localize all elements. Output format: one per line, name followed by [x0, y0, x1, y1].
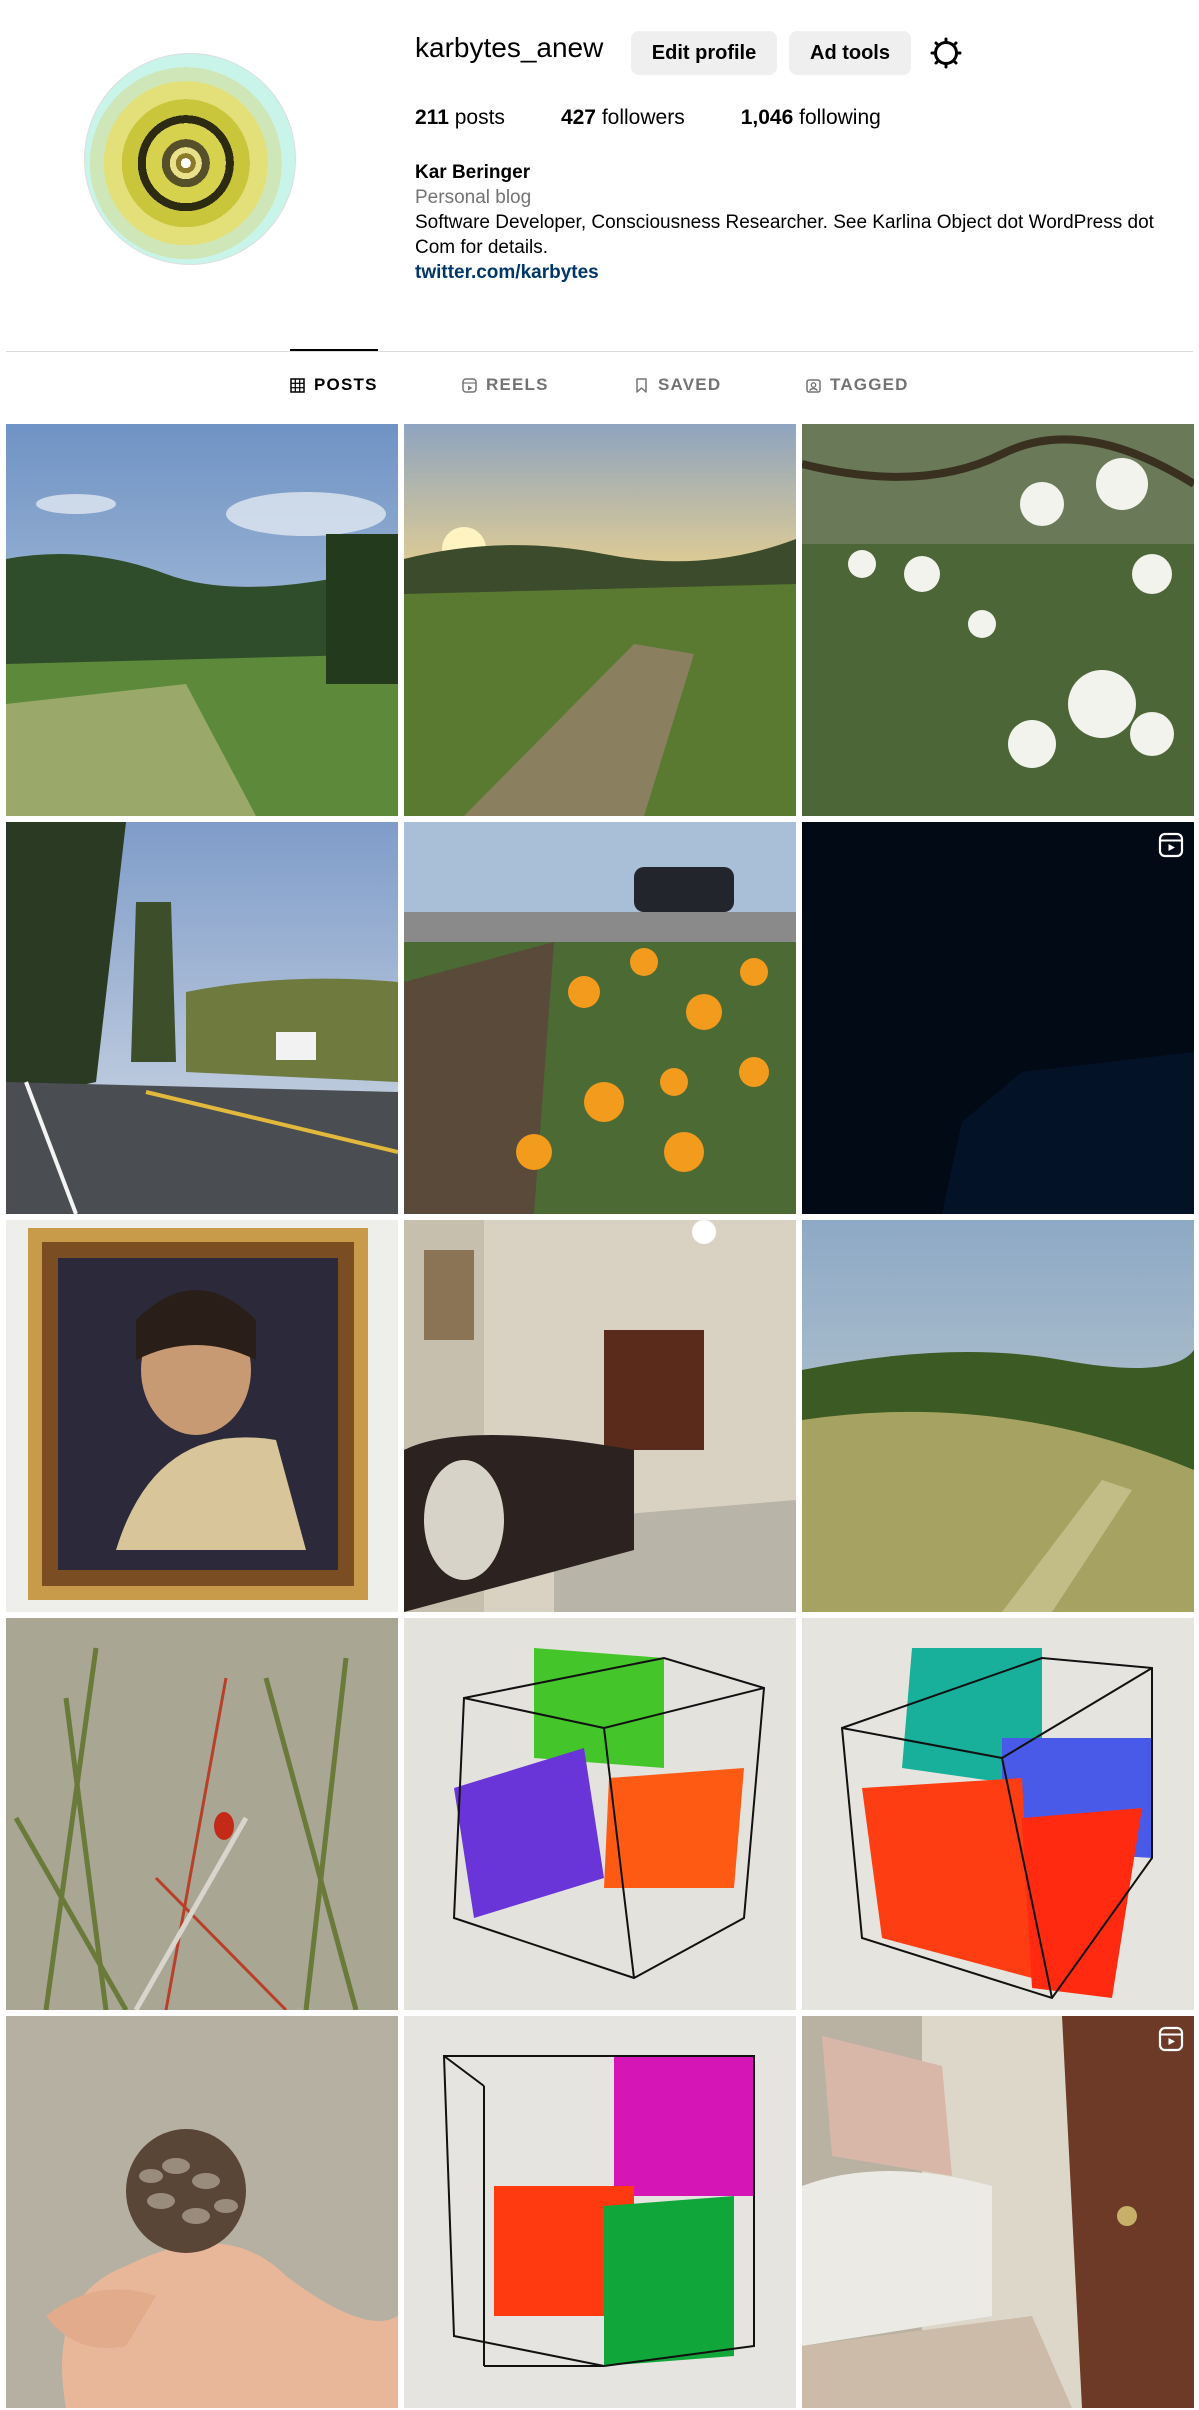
post-tile[interactable]	[802, 2016, 1194, 2408]
post-tile[interactable]	[404, 822, 796, 1214]
bookmark-icon	[636, 377, 647, 393]
post-tile[interactable]	[404, 1618, 796, 2010]
tab-label: POSTS	[314, 375, 378, 394]
post-image	[404, 1618, 796, 2010]
post-image	[6, 822, 398, 1214]
post-tile[interactable]	[6, 424, 398, 816]
post-tile[interactable]	[404, 1220, 796, 1612]
tab-posts[interactable]: POSTS	[290, 375, 378, 395]
tab-saved[interactable]: SAVED	[634, 375, 721, 395]
tab-tagged[interactable]: TAGGED	[806, 375, 909, 395]
post-tile[interactable]	[6, 822, 398, 1214]
post-tile[interactable]	[404, 2016, 796, 2408]
post-image	[6, 424, 398, 816]
bio-link[interactable]: twitter.com/karbytes	[415, 260, 1185, 285]
reel-icon	[1158, 2026, 1184, 2052]
post-tile[interactable]	[802, 1618, 1194, 2010]
post-image	[404, 2016, 796, 2408]
tab-divider	[6, 351, 1193, 352]
username: karbytes_anew	[415, 32, 604, 63]
posts-grid	[6, 424, 1194, 2408]
following-link[interactable]: 1,046 following	[741, 106, 881, 130]
tab-label: TAGGED	[830, 375, 909, 394]
post-tile[interactable]	[6, 1618, 398, 2010]
post-image	[404, 822, 796, 1214]
post-tile[interactable]	[6, 2016, 398, 2408]
reel-icon	[1158, 832, 1184, 858]
profile-bio: Kar Beringer Personal blog Software Deve…	[415, 160, 1185, 285]
reels-icon	[462, 377, 477, 393]
post-image	[802, 2016, 1194, 2408]
active-tab-indicator	[290, 349, 378, 351]
post-image	[802, 1220, 1194, 1612]
post-image	[404, 1220, 796, 1612]
bio-text: Software Developer, Consciousness Resear…	[415, 212, 1154, 258]
post-tile[interactable]	[6, 1220, 398, 1612]
post-image	[802, 424, 1194, 816]
tab-label: REELS	[486, 375, 549, 394]
grid-icon	[290, 377, 305, 393]
post-image	[6, 1618, 398, 2010]
display-name: Kar Beringer	[415, 162, 531, 183]
post-tile[interactable]	[802, 424, 1194, 816]
tag-icon	[806, 378, 821, 393]
post-image	[404, 424, 796, 816]
profile-stats: 211 posts 427 followers 1,046 following	[415, 106, 881, 130]
category-label: Personal blog	[415, 187, 532, 208]
post-image	[802, 822, 1194, 1214]
profile-avatar[interactable]	[84, 53, 296, 265]
followers-link[interactable]: 427 followers	[561, 106, 685, 130]
post-image	[6, 1220, 398, 1612]
tab-label: SAVED	[658, 375, 722, 394]
settings-gear-icon[interactable]	[929, 36, 963, 70]
post-image	[6, 2016, 398, 2408]
ad-tools-button[interactable]: Ad tools	[789, 31, 911, 75]
post-tile[interactable]	[404, 424, 796, 816]
post-tile[interactable]	[802, 822, 1194, 1214]
post-image	[802, 1618, 1194, 2010]
posts-count: 211 posts	[415, 106, 505, 129]
tab-reels[interactable]: REELS	[462, 375, 549, 395]
edit-profile-button[interactable]: Edit profile	[631, 31, 777, 75]
post-tile[interactable]	[802, 1220, 1194, 1612]
